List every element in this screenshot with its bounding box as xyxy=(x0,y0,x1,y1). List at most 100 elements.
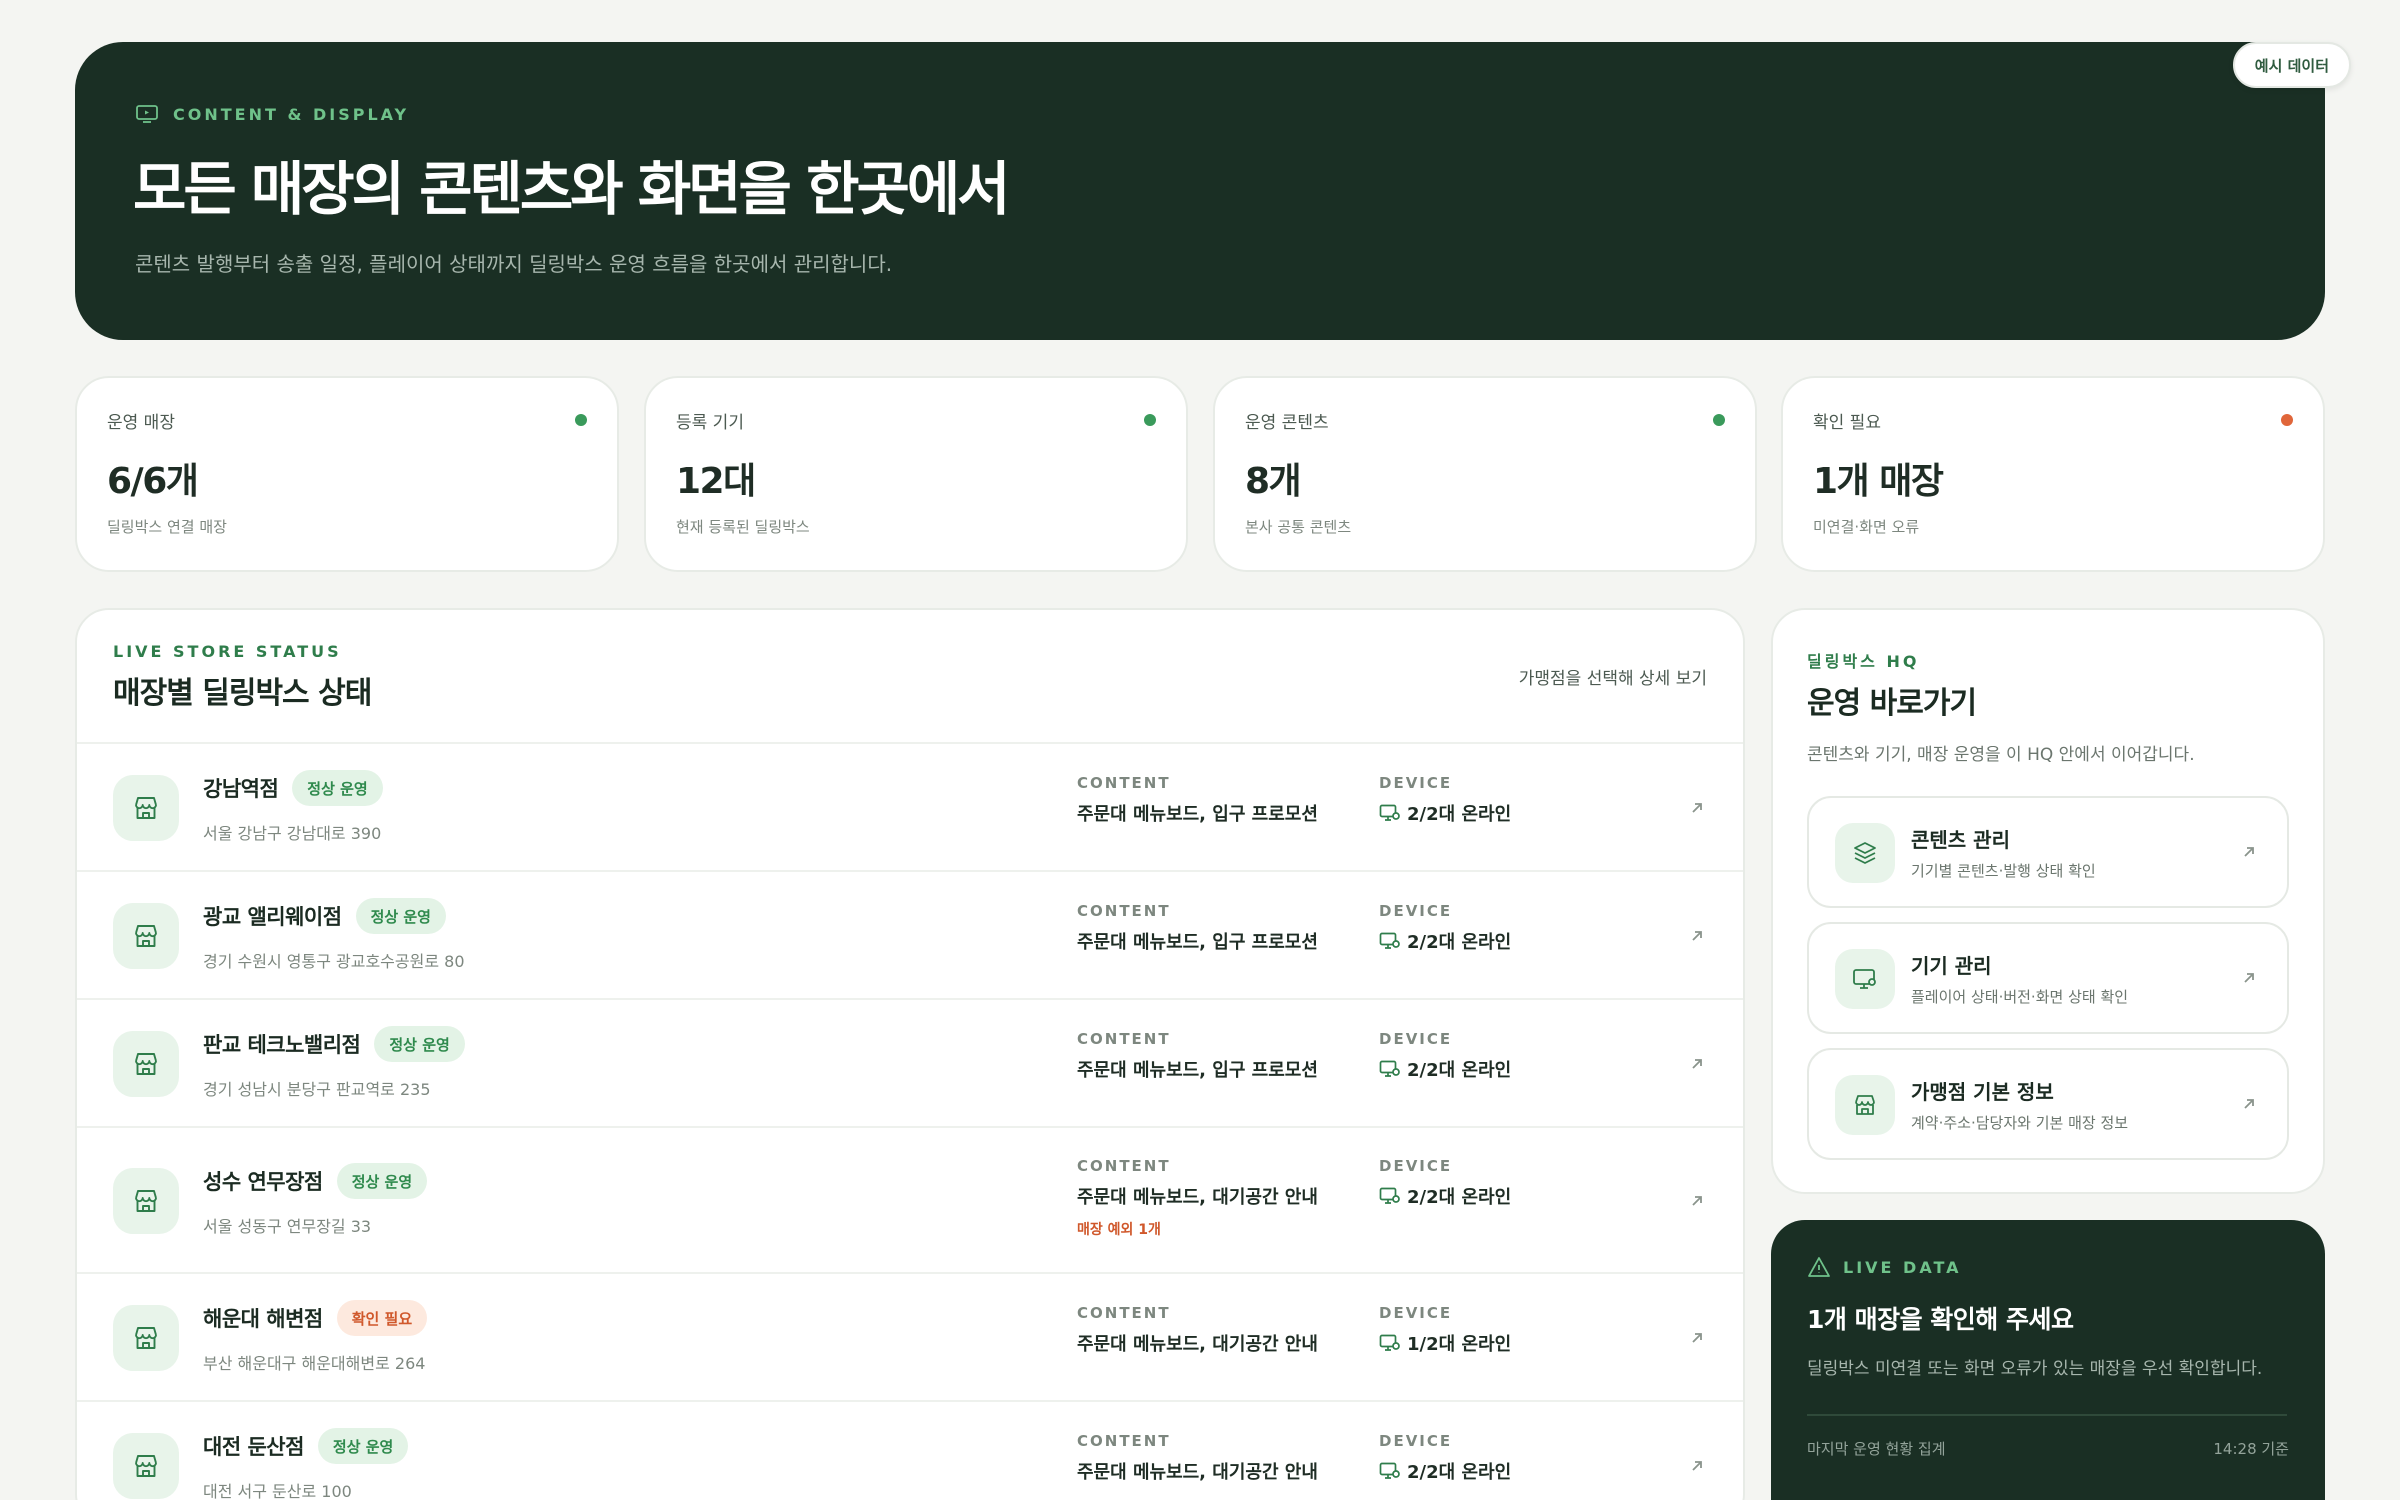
store-row[interactable]: 해운대 해변점 확인 필요부산 해운대구 해운대해변로 264 CONTENT 주문대… xyxy=(77,1272,1743,1400)
device-online-text: 1/2대 온라인 xyxy=(1407,1334,1512,1355)
store-icon xyxy=(113,903,179,969)
store-name-line: 광교 앨리웨이점 정상 운영 xyxy=(203,898,446,934)
device-online-text: 2/2대 온라인 xyxy=(1407,932,1512,953)
content-value: 주문대 메뉴보드, 대기공간 안내 xyxy=(1077,1334,1318,1355)
device-column: DEVICE 2/2대 온라인 xyxy=(1379,1030,1511,1082)
device-online-text: 2/2대 온라인 xyxy=(1407,1187,1512,1208)
store-name: 성수 연무장점 xyxy=(203,1170,323,1194)
live-eyebrow-text: LIVE DATA xyxy=(1843,1257,1962,1277)
panel-title: 매장별 딜링박스 상태 xyxy=(113,676,372,711)
shortcut-sub: 기기별 콘텐츠·발행 상태 확인 xyxy=(1911,862,2096,880)
arrow-up-right-icon xyxy=(2244,973,2254,983)
content-column: CONTENT 주문대 메뉴보드, 대기공간 안내 xyxy=(1077,1432,1318,1484)
store-row[interactable]: 판교 테크노밸리점 정상 운영 경기 성남시 분당구 판교역로 235 CONTENT… xyxy=(77,998,1743,1126)
device-online-text: 2/2대 온라인 xyxy=(1407,804,1512,825)
stat-label: 운영 콘텐츠 xyxy=(1245,413,1329,433)
live-eyebrow: LIVE DATA xyxy=(1807,1256,1962,1278)
store-name: 판교 테크노밸리점 xyxy=(203,1033,361,1057)
live-footer-label: 마지막 운영 현황 집계 xyxy=(1807,1440,1946,1458)
arrow-up-right-icon[interactable] xyxy=(1687,1328,1707,1348)
content-label: CONTENT xyxy=(1077,1432,1171,1450)
content-column: CONTENT 주문대 메뉴보드, 대기공간 안내매장 예외 1개 xyxy=(1077,1157,1318,1239)
device-value: 2/2대 온라인 xyxy=(1379,1056,1511,1082)
divider xyxy=(1807,1414,2287,1416)
shortcut-sub: 계약·주소·담당자와 기본 매장 정보 xyxy=(1911,1114,2129,1132)
store-address: 부산 해운대구 해운대해변로 264 xyxy=(203,1354,426,1373)
stat-sub: 현재 등록된 딜링박스 xyxy=(676,518,810,536)
stat-label: 확인 필요 xyxy=(1813,413,1881,433)
status-dot xyxy=(1144,414,1156,426)
exception-note: 매장 예외 1개 xyxy=(1077,1222,1161,1238)
content-label: CONTENT xyxy=(1077,902,1171,920)
monitor-icon xyxy=(1379,803,1401,823)
arrow-up-right-icon[interactable] xyxy=(1687,798,1707,818)
store-name-line: 성수 연무장점 정상 운영 xyxy=(203,1163,428,1199)
shortcut-title: 기기 관리 xyxy=(1911,954,1992,978)
device-column: DEVICE 2/2대 온라인 xyxy=(1379,1432,1511,1484)
store-row[interactable]: 강남역점 정상 운영 서울 강남구 강남대로 390 CONTENT 주문대 메뉴보드,… xyxy=(77,742,1743,870)
stat-label: 운영 매장 xyxy=(107,413,175,433)
stat-sub: 본사 공통 콘텐츠 xyxy=(1245,518,1352,536)
shortcut-content-management[interactable]: 콘텐츠 관리 기기별 콘텐츠·발행 상태 확인 xyxy=(1807,796,2289,908)
content-column: CONTENT 주문대 메뉴보드, 입구 프로모션 xyxy=(1077,902,1318,954)
device-value: 2/2대 온라인 xyxy=(1379,1458,1511,1484)
monitor-icon xyxy=(1835,949,1895,1009)
stat-value: 1개 매장 xyxy=(1813,461,1944,502)
store-name-line: 해운대 해변점 확인 필요 xyxy=(203,1300,428,1336)
content-value: 주문대 메뉴보드, 입구 프로모션 xyxy=(1077,804,1318,825)
status-badge: 확인 필요 xyxy=(336,1300,428,1336)
status-badge: 정상 운영 xyxy=(317,1428,409,1464)
status-dot xyxy=(575,414,587,426)
content-value: 주문대 메뉴보드, 대기공간 안내 xyxy=(1077,1462,1318,1483)
store-row[interactable]: 대전 둔산점 정상 운영 대전 서구 둔산로 100 CONTENT 주문대 메뉴보드,… xyxy=(77,1400,1743,1500)
shortcut-store-info[interactable]: 가맹점 기본 정보 계약·주소·담당자와 기본 매장 정보 xyxy=(1807,1048,2289,1160)
live-description: 딜링박스 미연결 또는 화면 오류가 있는 매장을 우선 확인합니다. xyxy=(1807,1359,2263,1379)
live-footer-time: 14:28 기준 xyxy=(2213,1440,2289,1458)
device-column: DEVICE 2/2대 온라인 xyxy=(1379,1157,1511,1209)
status-badge: 정상 운영 xyxy=(292,770,383,806)
store-name-line: 대전 둔산점 정상 운영 xyxy=(203,1428,409,1464)
arrow-up-right-icon[interactable] xyxy=(1687,1054,1707,1074)
content-column: CONTENT 주문대 메뉴보드, 입구 프로모션 xyxy=(1077,1030,1318,1082)
device-label: DEVICE xyxy=(1379,1432,1453,1450)
stat-cards: 운영 매장 6/6개 딜링박스 연결 매장 등록 기기 12대 현재 등록된 딜… xyxy=(75,376,2325,572)
stat-value: 12대 xyxy=(676,461,756,502)
device-column: DEVICE 2/2대 온라인 xyxy=(1379,902,1511,954)
content-value: 주문대 메뉴보드, 입구 프로모션 xyxy=(1077,1060,1318,1081)
store-name-line: 강남역점 정상 운영 xyxy=(203,770,383,806)
arrow-up-right-icon xyxy=(2244,1099,2254,1109)
store-icon xyxy=(113,1168,179,1234)
sample-data-badge[interactable]: 예시 데이터 xyxy=(2232,42,2351,88)
shortcut-title: 콘텐츠 관리 xyxy=(1911,828,2010,852)
store-row[interactable]: 성수 연무장점 정상 운영서울 성동구 연무장길 33 CONTENT 주문대 메뉴보… xyxy=(77,1126,1743,1272)
device-value: 2/2대 온라인 xyxy=(1379,1183,1511,1209)
content-label: CONTENT xyxy=(1077,1304,1171,1322)
device-online-text: 2/2대 온라인 xyxy=(1407,1060,1512,1081)
status-badge: 정상 운영 xyxy=(336,1163,428,1199)
content-label: CONTENT xyxy=(1077,1157,1171,1175)
device-value: 1/2대 온라인 xyxy=(1379,1330,1511,1356)
device-column: DEVICE 2/2대 온라인 xyxy=(1379,774,1511,826)
monitor-icon xyxy=(1379,931,1401,951)
store-name-line: 판교 테크노밸리점 정상 운영 xyxy=(203,1026,465,1062)
device-online-text: 2/2대 온라인 xyxy=(1407,1462,1512,1483)
shortcut-title: 가맹점 기본 정보 xyxy=(1911,1080,2054,1104)
page-title: 모든 매장의 콘텐츠와 화면을 한곳에서 xyxy=(133,155,1011,223)
arrow-up-right-icon[interactable] xyxy=(1687,1191,1707,1211)
device-column: DEVICE 1/2대 온라인 xyxy=(1379,1304,1511,1356)
device-label: DEVICE xyxy=(1379,1030,1453,1048)
arrow-up-right-icon[interactable] xyxy=(1687,926,1707,946)
store-address: 서울 성동구 연무장길 33 xyxy=(203,1217,372,1236)
hero-eyebrow: CONTENT & DISPLAY xyxy=(135,104,409,124)
content-column: CONTENT 주문대 메뉴보드, 대기공간 안내 xyxy=(1077,1304,1318,1356)
content-value: 주문대 메뉴보드, 대기공간 안내 xyxy=(1077,1187,1318,1208)
store-row[interactable]: 광교 앨리웨이점 정상 운영경기 수원시 영통구 광교호수공원로 80 CONTEN… xyxy=(77,870,1743,998)
store-address: 경기 수원시 영통구 광교호수공원로 80 xyxy=(203,952,465,971)
stat-card-contents: 운영 콘텐츠 8개 본사 공통 콘텐츠 xyxy=(1213,376,1757,572)
panel-eyebrow: LIVE STORE STATUS xyxy=(113,642,342,661)
content-label: CONTENT xyxy=(1077,774,1171,792)
monitor-icon xyxy=(1379,1461,1401,1481)
store-name: 대전 둔산점 xyxy=(203,1435,304,1459)
arrow-up-right-icon[interactable] xyxy=(1687,1456,1707,1476)
shortcut-device-management[interactable]: 기기 관리 플레이어 상태·버전·화면 상태 확인 xyxy=(1807,922,2289,1034)
